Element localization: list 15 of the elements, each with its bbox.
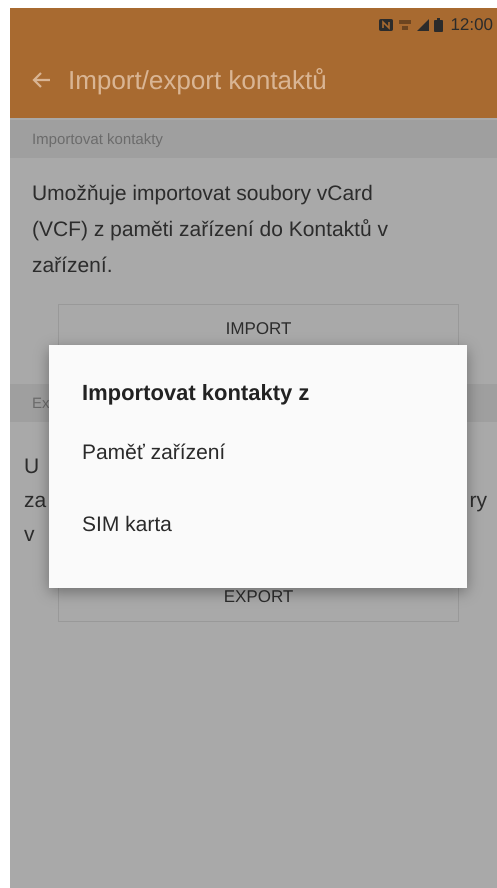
screen-title: Import/export kontaktů — [68, 64, 327, 96]
battery-icon — [434, 18, 444, 32]
dialog-title: Importovat kontakty z — [82, 379, 310, 407]
description-fragment: ry — [470, 488, 487, 514]
status-time: 12:00 — [450, 15, 493, 35]
description-fragment: U — [24, 454, 40, 480]
description-fragment: v — [24, 522, 36, 548]
lte-icon — [398, 18, 412, 32]
dialog-option[interactable]: Paměť zařízení — [82, 417, 467, 489]
back-arrow-icon[interactable] — [32, 70, 52, 90]
signal-icon — [416, 18, 430, 32]
dialog-option[interactable]: SIM karta — [82, 489, 467, 561]
nfc-icon — [378, 18, 394, 32]
description-fragment: za — [24, 488, 46, 514]
import-description: Umožňuje importovat soubory vCard (VCF) z paměti zařízení do Kontaktů v zařízení. — [32, 181, 389, 279]
